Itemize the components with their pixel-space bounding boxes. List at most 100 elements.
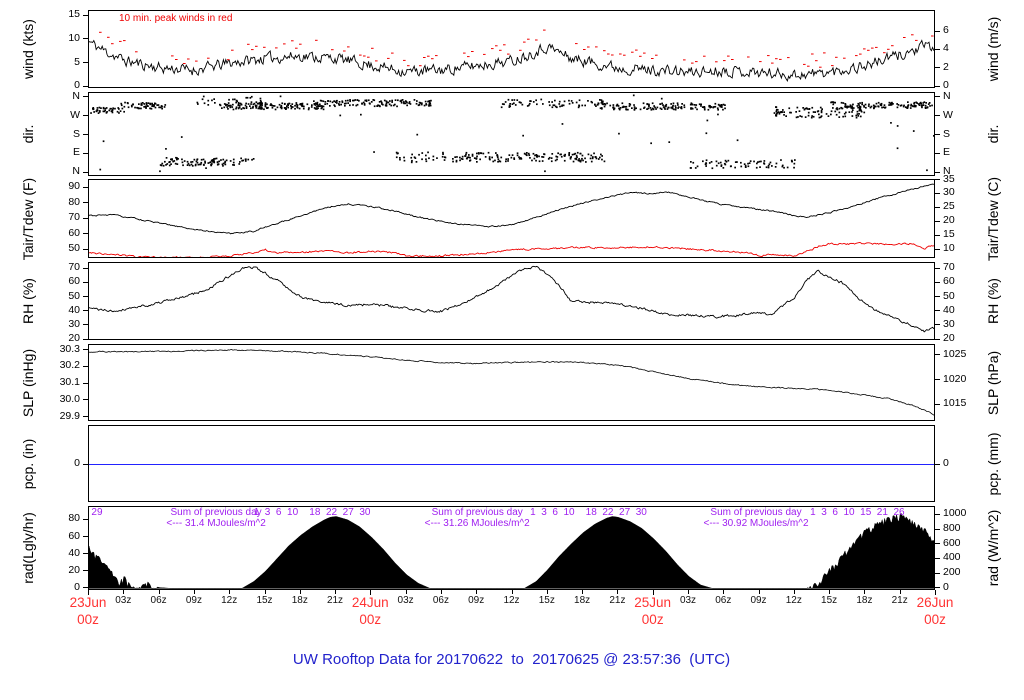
wind-peak-dash xyxy=(651,58,654,59)
direction-dot xyxy=(625,105,628,108)
wind-peak-dash xyxy=(587,46,590,48)
direction-dot xyxy=(140,107,142,110)
panel-rad: 29 Sum of previous day <--- 31.4 MJoules/… xyxy=(88,506,935,590)
slp-left-tick xyxy=(83,416,88,417)
direction-dot xyxy=(924,106,927,109)
direction-dot xyxy=(743,163,746,165)
wind-peak-dash xyxy=(911,34,914,36)
direction-dot xyxy=(400,101,403,104)
rh-right-tick xyxy=(935,338,940,340)
rh-right-tick xyxy=(935,281,940,283)
direction-dot xyxy=(748,162,751,164)
direction-dot xyxy=(690,107,692,109)
rad-right-tick-label: 400 xyxy=(943,551,961,564)
direction-dot xyxy=(264,103,267,106)
direction-dot xyxy=(796,106,799,109)
wind-peak-dash xyxy=(111,43,114,45)
direction-dot xyxy=(933,135,934,137)
rad-mj-scale-1: 1 3 6 10 18 22 27 30 xyxy=(530,507,647,518)
direction-dot xyxy=(429,104,432,107)
direction-dot xyxy=(873,107,875,110)
direction-dot xyxy=(715,160,718,163)
rad-right-tick-label: 0 xyxy=(943,580,949,593)
rad-left-tick xyxy=(83,570,88,572)
direction-dot xyxy=(619,107,622,109)
direction-dot xyxy=(497,158,500,161)
wind-peak-dash xyxy=(107,36,110,38)
direction-dot xyxy=(714,102,717,105)
direction-dot xyxy=(616,104,618,106)
direction-dot xyxy=(867,105,870,107)
wind-peak-dash xyxy=(175,59,178,60)
direction-dot xyxy=(793,166,795,169)
direction-dot xyxy=(820,110,823,112)
direction-dot xyxy=(301,104,304,106)
direction-dot xyxy=(717,162,720,165)
wind-peak-dash xyxy=(471,51,474,52)
direction-dot xyxy=(864,103,867,106)
direction-dot xyxy=(661,102,663,105)
direction-dot xyxy=(783,166,785,169)
direction-dot xyxy=(680,107,683,110)
rad-right-tick-label: 200 xyxy=(943,566,961,579)
direction-dot xyxy=(403,159,406,162)
direction-dot xyxy=(804,116,807,118)
direction-dot xyxy=(719,161,722,164)
slp-right-tick-label: 1025 xyxy=(943,347,967,360)
x-tick xyxy=(758,590,760,594)
direction-dot xyxy=(606,102,608,105)
wind-peak-dash xyxy=(283,43,286,45)
wind-peak-dash xyxy=(255,45,258,47)
direction-dot xyxy=(760,160,762,163)
direction-dot xyxy=(542,103,544,105)
direction-dot xyxy=(667,106,670,109)
wind-peak-dash xyxy=(299,43,302,45)
direction-dot xyxy=(720,164,723,166)
direction-dot xyxy=(391,99,393,102)
direction-dot xyxy=(421,158,423,161)
x-tick-label: 18z xyxy=(574,595,591,606)
rh-left-tick xyxy=(83,281,88,283)
direction-dot xyxy=(182,164,184,167)
direction-dot xyxy=(622,106,625,108)
wind-peak-dash xyxy=(723,60,726,62)
wind-peak-dash xyxy=(731,59,734,60)
direction-dot xyxy=(662,104,664,106)
direction-dot xyxy=(812,111,815,113)
direction-dot xyxy=(921,106,923,109)
figure-title: UW Rooftop Data for 20170622 to 20170625… xyxy=(292,651,731,668)
direction-dot xyxy=(912,105,915,108)
direction-dot xyxy=(704,163,707,166)
rad-axis-label-left: rad(Lgly/hr) xyxy=(20,512,36,584)
direction-dot xyxy=(810,116,813,119)
direction-dot xyxy=(260,108,262,110)
direction-dot xyxy=(413,156,416,159)
direction-dot xyxy=(263,108,265,111)
wind-peak-dash xyxy=(631,51,634,53)
direction-dot xyxy=(869,106,872,109)
direction-dot xyxy=(127,106,130,109)
direction-dot xyxy=(597,102,600,105)
slp-left-tick xyxy=(83,349,88,350)
direction-dot xyxy=(228,98,230,101)
direction-dot xyxy=(672,102,675,105)
direction-dot xyxy=(204,160,206,163)
direction-dot xyxy=(245,107,248,109)
direction-dot xyxy=(276,106,279,109)
direction-dot xyxy=(475,158,478,160)
direction-dot xyxy=(132,103,134,106)
direction-dot xyxy=(830,110,833,113)
direction-dot xyxy=(698,103,701,106)
direction-dot xyxy=(120,104,123,107)
wind-peak-dash xyxy=(611,54,614,56)
direction-dot xyxy=(721,104,723,107)
direction-dot xyxy=(516,99,519,101)
wind-peak-dash xyxy=(727,55,730,57)
direction-dot xyxy=(934,107,935,109)
wind-peak-dash xyxy=(207,57,210,59)
dir-right-tick-label: E xyxy=(943,146,951,159)
direction-dot xyxy=(814,111,816,113)
dir-left-tick-label: W xyxy=(70,108,80,121)
direction-dot xyxy=(838,107,841,110)
direction-dot xyxy=(240,108,243,110)
